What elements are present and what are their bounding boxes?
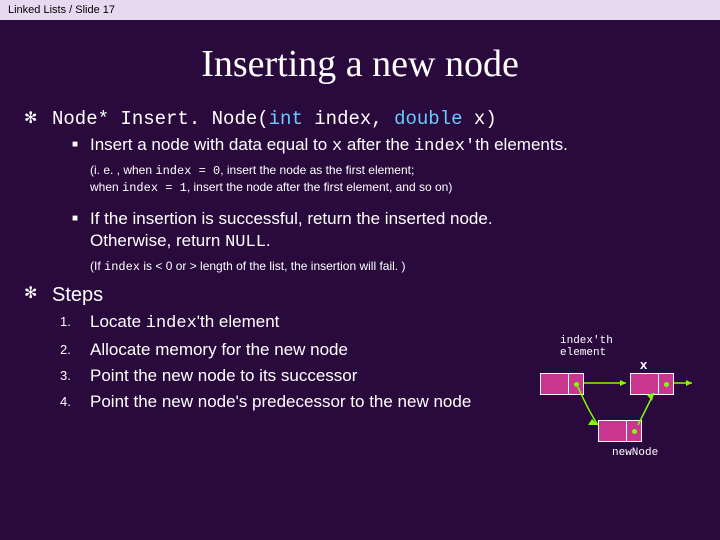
square-icon: ■ bbox=[60, 134, 90, 156]
note2: (If index is < 0 or > length of the list… bbox=[90, 258, 696, 275]
sig-p1: index, bbox=[303, 108, 394, 130]
desc2-text: If the insertion is successful, return t… bbox=[90, 208, 493, 254]
sig-ret: Node* bbox=[52, 108, 120, 130]
sig-p2: x) bbox=[463, 108, 497, 130]
n2a: (If bbox=[90, 259, 104, 273]
note1: (i. e. , when index = 0, insert the node… bbox=[90, 162, 696, 196]
step-num-2: 2. bbox=[60, 339, 90, 361]
d2a: If the insertion is successful, return t… bbox=[90, 209, 493, 228]
step-num-1: 1. bbox=[60, 311, 90, 333]
sig-fn: Insert. Node( bbox=[120, 108, 268, 130]
s1b: 'th element bbox=[197, 312, 280, 331]
square-icon: ■ bbox=[60, 208, 90, 230]
diagram-top-label: index'th element bbox=[560, 335, 613, 359]
n1d: , insert the node after the first elemen… bbox=[187, 180, 452, 194]
signature-row: ✻ Node* Insert. Node(int index, double x… bbox=[24, 108, 696, 130]
n1c: when bbox=[90, 180, 122, 194]
sig-type-double: double bbox=[394, 108, 462, 130]
n1c2: index = 1 bbox=[122, 181, 187, 195]
steps-header: Steps bbox=[52, 283, 103, 307]
n2code: index bbox=[104, 260, 140, 274]
desc2-row: ■ If the insertion is successful, return… bbox=[60, 208, 696, 254]
n1b: , insert the node as the first element; bbox=[220, 163, 414, 177]
steps-header-row: ✻ Steps bbox=[24, 283, 696, 307]
step-num-4: 4. bbox=[60, 391, 90, 413]
desc1-text: Insert a node with data equal to x after… bbox=[90, 134, 568, 158]
s1code: index bbox=[146, 314, 197, 333]
step-num-3: 3. bbox=[60, 365, 90, 387]
s1a: Locate bbox=[90, 312, 146, 331]
d1b: after the bbox=[342, 135, 414, 154]
d2c: . bbox=[266, 231, 271, 250]
d1c: th elements. bbox=[475, 135, 568, 154]
star-icon: ✻ bbox=[24, 283, 52, 305]
step1-row: 1. Locate index'th element bbox=[60, 311, 696, 335]
step2-text: Allocate memory for the new node bbox=[90, 339, 348, 361]
n1a: (i. e. , when bbox=[90, 163, 155, 177]
d2b: Otherwise, return bbox=[90, 231, 225, 250]
d1a: Insert a node with data equal to bbox=[90, 135, 332, 154]
diagram-bottom-label: newNode bbox=[612, 447, 658, 459]
step1-text: Locate index'th element bbox=[90, 311, 279, 335]
step3-text: Point the new node to its successor bbox=[90, 365, 357, 387]
n2b: is < 0 or > length of the list, the inse… bbox=[140, 259, 405, 273]
n1c1: index = 0 bbox=[155, 164, 220, 178]
slide-title: Inserting a new node bbox=[0, 42, 720, 86]
breadcrumb: Linked Lists / Slide 17 bbox=[0, 0, 720, 20]
d1x: x bbox=[332, 137, 342, 156]
d1idx: index' bbox=[414, 137, 475, 156]
sig-type-int: int bbox=[269, 108, 303, 130]
star-icon: ✻ bbox=[24, 108, 52, 130]
desc1-row: ■ Insert a node with data equal to x aft… bbox=[60, 134, 696, 158]
step4-text: Point the new node's predecessor to the … bbox=[90, 391, 471, 413]
function-signature: Node* Insert. Node(int index, double x) bbox=[52, 108, 497, 130]
d2null: NULL bbox=[225, 233, 266, 252]
